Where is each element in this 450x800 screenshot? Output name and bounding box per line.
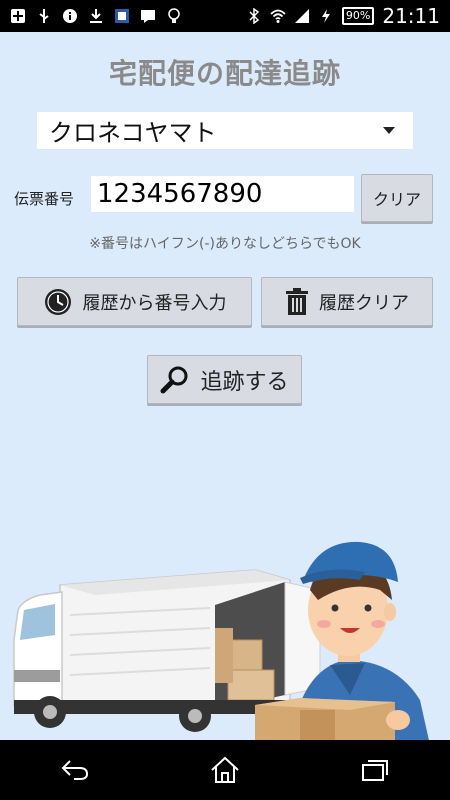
carrier-dropdown[interactable]: クロネコヤマト — [37, 112, 413, 149]
home-button[interactable] — [205, 750, 245, 790]
system-icons: 90% 21:11 — [246, 4, 450, 28]
history-input-button[interactable]: 履歴から番号入力 — [17, 277, 252, 326]
history-input-label: 履歴から番号入力 — [82, 292, 227, 314]
info-icon — [63, 9, 77, 23]
app-icon — [115, 9, 129, 23]
back-button[interactable] — [55, 750, 95, 790]
recents-icon — [362, 760, 388, 781]
tracking-number-input[interactable] — [91, 176, 354, 212]
track-button-label: 追跡する — [200, 369, 289, 395]
signal-icon — [294, 9, 309, 23]
page-title: 宅配便の配達追跡 — [108, 57, 341, 90]
add-icon — [11, 9, 25, 23]
navigation-bar — [0, 740, 450, 800]
clock: 21:11 — [382, 4, 440, 28]
search-icon — [160, 366, 188, 393]
notification-icons — [0, 8, 182, 24]
clear-button-label: クリア — [372, 190, 421, 209]
bluetooth-off-icon — [249, 8, 260, 24]
lightbulb-icon — [168, 8, 180, 23]
battery-level: 90% — [341, 7, 375, 25]
trash-icon — [286, 287, 308, 315]
wifi-icon — [270, 9, 286, 23]
clock-icon — [44, 288, 71, 315]
hyphen-note: ※番号はハイフン(-)ありなしどちらでもOK — [89, 236, 361, 252]
recents-button[interactable] — [355, 750, 395, 790]
history-clear-button[interactable]: 履歴クリア — [261, 277, 433, 326]
dropdown-arrow-icon — [383, 127, 395, 134]
tracking-number-label: 伝票番号 — [14, 190, 75, 208]
back-icon — [61, 760, 89, 780]
usb-icon — [39, 9, 49, 23]
message-icon — [141, 10, 155, 23]
charging-icon — [321, 9, 330, 23]
track-button[interactable]: 追跡する — [147, 355, 302, 404]
history-clear-label: 履歴クリア — [319, 292, 409, 314]
clear-button[interactable]: クリア — [361, 174, 433, 222]
download-icon — [90, 9, 102, 23]
delivery-illustration — [13, 541, 430, 745]
carrier-selected: クロネコヤマト — [49, 119, 217, 147]
status-bar: 90% 21:11 — [0, 0, 450, 32]
home-icon — [211, 756, 239, 783]
